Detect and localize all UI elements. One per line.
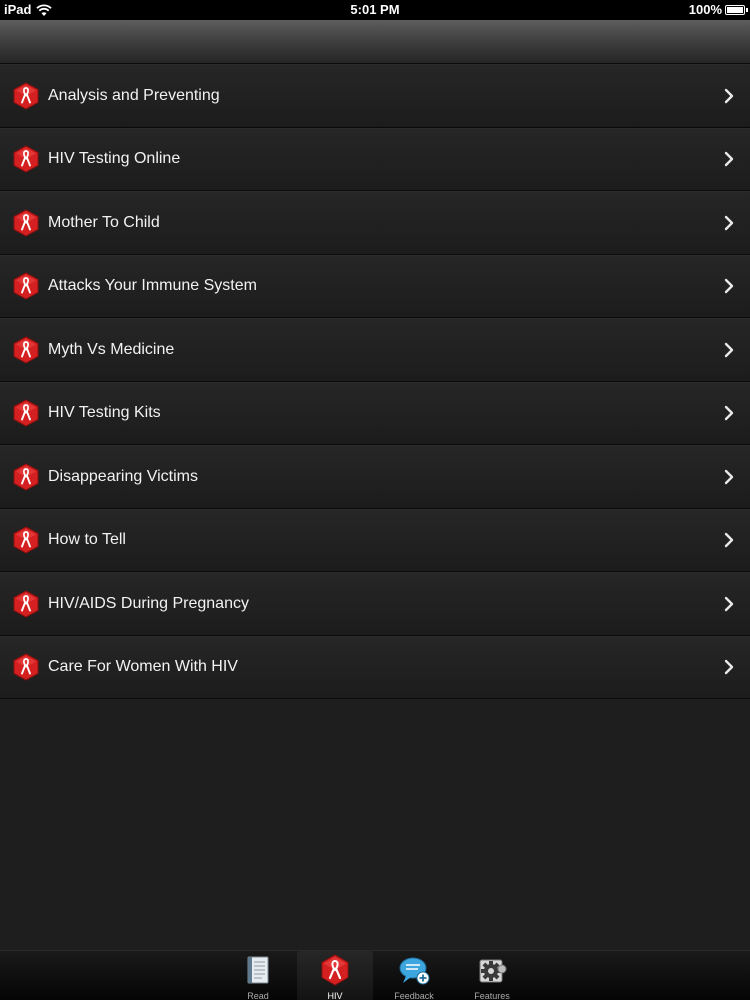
list-item[interactable]: HIV Testing Online [0,127,750,191]
list-item[interactable]: Mother To Child [0,191,750,255]
chevron-right-icon [724,342,734,357]
chevron-right-icon [724,406,734,421]
topic-list: Analysis and Preventing HIV Testing Onlin… [0,64,750,950]
tab-hiv-label: HIV [327,991,343,1000]
tab-features[interactable]: Features [454,951,530,1000]
chevron-right-icon [724,469,734,484]
tab-bar: Read HIV Feedback Features [0,950,750,1000]
red-ribbon-hexagon-icon [13,399,39,427]
red-ribbon-hexagon-icon [13,145,39,173]
navigation-bar [0,20,750,64]
battery-percent: 100% [688,2,722,17]
chevron-right-icon [724,152,734,167]
red-ribbon-hexagon-icon [13,653,39,681]
list-item-label: Myth Vs Medicine [48,340,175,358]
red-ribbon-hexagon-icon [13,209,39,237]
tab-feedback[interactable]: Feedback [376,951,452,1000]
red-ribbon-hexagon-icon [13,463,39,491]
list-item-label: Care For Women With HIV [48,658,238,676]
list-item-label: Mother To Child [48,213,160,231]
list-item[interactable]: How to Tell [0,508,750,572]
chevron-right-icon [724,533,734,548]
book-icon [247,956,269,984]
red-ribbon-hexagon-icon [13,590,39,618]
status-bar: iPad 5:01 PM 100% [0,0,750,20]
tab-hiv[interactable]: HIV [297,951,373,1000]
chevron-right-icon [724,215,734,230]
battery-group: 100% [688,2,748,17]
tab-read[interactable]: Read [220,951,296,1000]
list-item[interactable]: Disappearing Victims [0,445,750,509]
list-item-label: How to Tell [48,531,126,549]
list-item-label: HIV/AIDS During Pregnancy [48,594,249,612]
tab-features-label: Features [474,991,510,1000]
clock: 5:01 PM [350,2,400,17]
battery-icon [725,4,748,15]
list-item[interactable]: Myth Vs Medicine [0,318,750,382]
list-item-label: Attacks Your Immune System [48,277,257,295]
chevron-right-icon [724,596,734,611]
red-ribbon-hexagon-icon [13,336,39,364]
list-item-label: HIV Testing Online [48,150,181,168]
red-ribbon-hexagon-icon [13,526,39,554]
tab-feedback-label: Feedback [394,991,434,1000]
chevron-right-icon [724,660,734,675]
speech-bubble-icon [399,957,430,985]
gear-icon [479,959,507,983]
list-item[interactable]: Attacks Your Immune System [0,254,750,318]
tab-read-label: Read [247,991,269,1000]
list-item[interactable]: Care For Women With HIV [0,635,750,699]
list-item-label: Disappearing Victims [48,467,198,485]
list-item[interactable]: HIV Testing Kits [0,381,750,445]
list-item[interactable]: HIV/AIDS During Pregnancy [0,572,750,636]
red-ribbon-hexagon-icon [321,954,349,986]
chevron-right-icon [724,279,734,294]
list-item-label: Analysis and Preventing [48,86,220,104]
list-item[interactable]: Analysis and Preventing [0,64,750,128]
list-item-label: HIV Testing Kits [48,404,161,422]
red-ribbon-hexagon-icon [13,82,39,110]
chevron-right-icon [724,88,734,103]
red-ribbon-hexagon-icon [13,272,39,300]
